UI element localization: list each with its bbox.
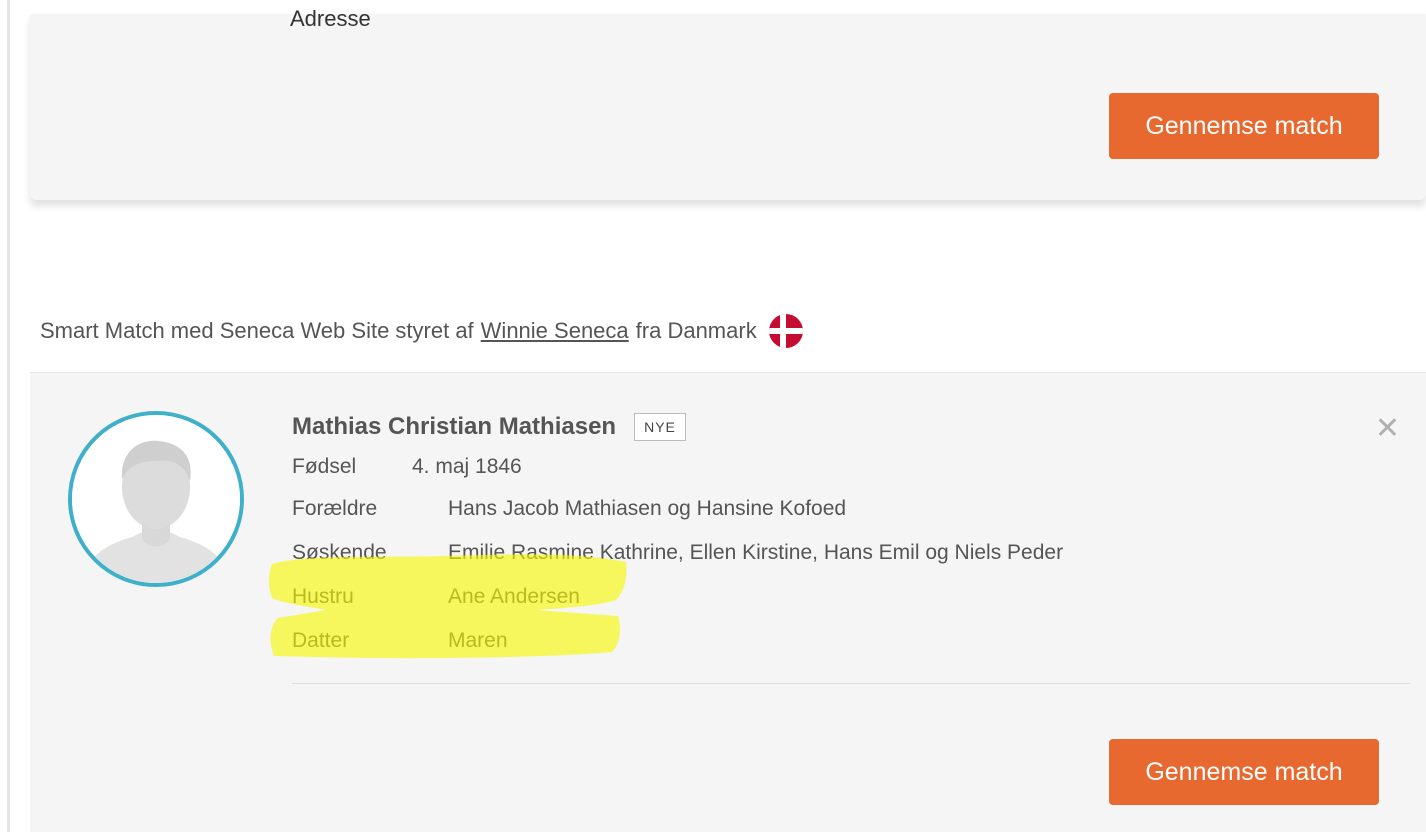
- fact-value: Ane Andersen: [448, 585, 580, 608]
- fact-label: Søskende: [292, 541, 387, 564]
- address-label: Adresse: [290, 6, 371, 31]
- person-silhouette-icon[interactable]: [68, 411, 244, 587]
- headline-suffix: fra Danmark: [635, 318, 757, 343]
- match-name-row: Mathias Christian Mathiasen NYE: [292, 413, 686, 441]
- fact-label: Forældre: [292, 497, 378, 520]
- fact-wife: Hustru Ane Andersen: [292, 585, 580, 609]
- previous-match-card: Adresse Gennemse match: [30, 6, 1426, 200]
- person-name[interactable]: Mathias Christian Mathiasen: [292, 413, 616, 441]
- denmark-flag-icon: [768, 314, 803, 348]
- fact-value: 4. maj 1846: [412, 455, 522, 478]
- fact-value: Emilie Rasmine Kathrine, Ellen Kirstine,…: [448, 541, 1064, 564]
- fact-birth: Fødsel 4. maj 1846: [292, 455, 522, 479]
- close-icon[interactable]: ✕: [1375, 414, 1400, 444]
- fact-siblings: Søskende Emilie Rasmine Kathrine, Ellen …: [292, 541, 1063, 565]
- fact-daughter: Datter Maren: [292, 629, 508, 653]
- fact-label: Hustru: [292, 585, 354, 608]
- page-left-border: [0, 0, 10, 832]
- new-badge: NYE: [634, 413, 686, 441]
- smart-match-card: Mathias Christian Mathiasen NYE ✕ Fødsel…: [30, 372, 1426, 832]
- fact-value: Hans Jacob Mathiasen og Hansine Kofoed: [448, 497, 847, 520]
- review-match-button[interactable]: Gennemse match: [1109, 739, 1379, 805]
- headline-prefix: Smart Match med Seneca Web Site styret a…: [40, 318, 474, 343]
- fact-label: Fødsel: [292, 455, 357, 478]
- fact-parents: Forældre Hans Jacob Mathiasen og Hansine…: [292, 497, 846, 521]
- card-divider: [292, 683, 1410, 684]
- smart-match-headline: Smart Match med Seneca Web Site styret a…: [40, 314, 803, 348]
- site-manager-link[interactable]: Winnie Seneca: [481, 318, 629, 344]
- fact-value: Maren: [448, 629, 508, 652]
- fact-label: Datter: [292, 629, 350, 652]
- review-match-button[interactable]: Gennemse match: [1109, 93, 1379, 159]
